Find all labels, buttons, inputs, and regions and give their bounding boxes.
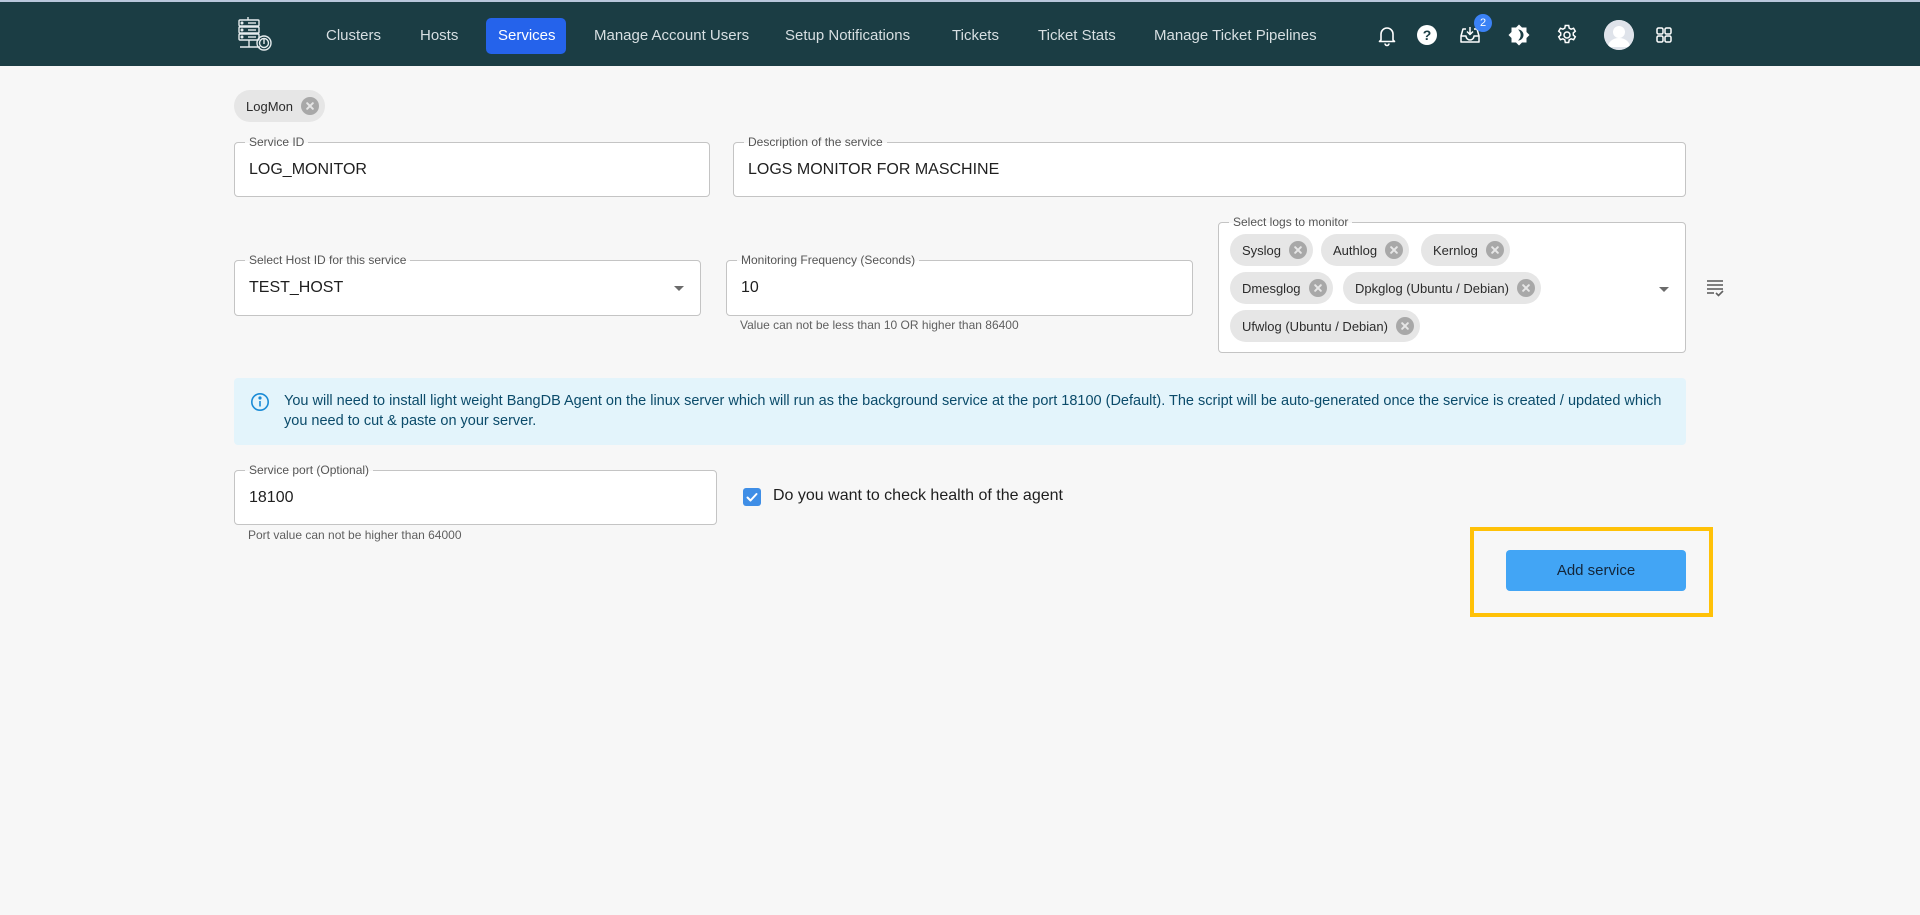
host-id-select[interactable]: Select Host ID for this service TEST_HOS… xyxy=(234,253,701,316)
health-check-label[interactable]: Do you want to check health of the agent xyxy=(773,487,1063,505)
log-chip: Authlog xyxy=(1321,234,1410,266)
log-chip-label: Ufwlog (Ubuntu / Debian) xyxy=(1242,318,1388,334)
nav-setup-notifications[interactable]: Setup Notifications xyxy=(773,18,922,54)
log-chip: Dpkglog (Ubuntu / Debian) xyxy=(1343,272,1541,304)
remove-log-icon[interactable] xyxy=(1485,241,1504,259)
log-chip: Dmesglog xyxy=(1230,272,1333,304)
log-chip-label: Kernlog xyxy=(1433,242,1478,258)
host-id-value[interactable]: TEST_HOST xyxy=(249,261,660,315)
log-chip: Ufwlog (Ubuntu / Debian) xyxy=(1230,310,1420,342)
chevron-down-icon[interactable] xyxy=(674,286,684,291)
info-message: You will need to install light weight Ba… xyxy=(284,393,1662,429)
service-tag-label: LogMon xyxy=(246,98,293,114)
log-chip-label: Dpkglog (Ubuntu / Debian) xyxy=(1355,280,1509,296)
service-id-field[interactable]: Service ID LOG_MONITOR xyxy=(234,135,710,197)
description-field[interactable]: Description of the service LOGS MONITOR … xyxy=(733,135,1686,197)
nav-ticket-stats[interactable]: Ticket Stats xyxy=(1026,18,1128,54)
settings-gear-icon[interactable] xyxy=(1555,23,1579,47)
nav-services[interactable]: Services xyxy=(486,18,566,54)
nav-manage-account-users[interactable]: Manage Account Users xyxy=(582,18,761,54)
port-helper-text: Port value can not be higher than 64000 xyxy=(248,528,462,542)
remove-tag-icon[interactable] xyxy=(300,97,319,115)
service-tag-chip: LogMon xyxy=(234,90,325,122)
nav-manage-ticket-pipelines[interactable]: Manage Ticket Pipelines xyxy=(1142,18,1329,54)
log-chip: Kernlog xyxy=(1421,234,1510,266)
log-chip-label: Dmesglog xyxy=(1242,280,1301,296)
apps-grid-icon[interactable] xyxy=(1652,23,1676,47)
remove-log-icon[interactable] xyxy=(1289,241,1308,259)
service-port-field[interactable]: Service port (Optional) 18100 xyxy=(234,463,717,525)
top-navbar: Clusters Hosts Services Manage Account U… xyxy=(0,0,1920,66)
remove-log-icon[interactable] xyxy=(1516,279,1535,297)
remove-log-icon[interactable] xyxy=(1308,279,1327,297)
help-icon[interactable]: ? xyxy=(1415,23,1439,47)
chevron-down-icon[interactable] xyxy=(1659,287,1669,292)
health-check-checkbox[interactable] xyxy=(743,488,761,506)
bell-icon[interactable] xyxy=(1375,23,1399,47)
select-all-list-check-icon[interactable] xyxy=(1705,278,1725,298)
avatar[interactable] xyxy=(1604,20,1634,50)
frequency-input[interactable]: 10 xyxy=(741,261,1152,315)
description-input[interactable]: LOGS MONITOR FOR MASCHINE xyxy=(748,143,1645,196)
server-logo-icon[interactable] xyxy=(236,16,274,54)
theme-toggle-icon[interactable] xyxy=(1507,23,1531,47)
info-icon xyxy=(250,392,270,412)
inbox-count-badge: 2 xyxy=(1474,14,1492,32)
log-chip-label: Syslog xyxy=(1242,242,1282,258)
frequency-field[interactable]: Monitoring Frequency (Seconds) 10 xyxy=(726,253,1193,316)
nav-clusters[interactable]: Clusters xyxy=(314,18,393,54)
svg-text:?: ? xyxy=(1423,27,1432,43)
remove-log-icon[interactable] xyxy=(1395,317,1414,335)
service-id-input[interactable]: LOG_MONITOR xyxy=(249,143,669,196)
log-chip-label: Authlog xyxy=(1333,242,1378,258)
service-port-input[interactable]: 18100 xyxy=(249,471,676,524)
add-service-button[interactable]: Add service xyxy=(1506,550,1686,591)
agent-info-alert: You will need to install light weight Ba… xyxy=(234,378,1686,445)
remove-log-icon[interactable] xyxy=(1385,241,1404,259)
logs-label: Select logs to monitor xyxy=(1229,215,1353,229)
frequency-helper-text: Value can not be less than 10 OR higher … xyxy=(740,318,1019,332)
log-chip: Syslog xyxy=(1230,234,1314,266)
nav-tickets[interactable]: Tickets xyxy=(940,18,1011,54)
nav-hosts[interactable]: Hosts xyxy=(408,18,470,54)
